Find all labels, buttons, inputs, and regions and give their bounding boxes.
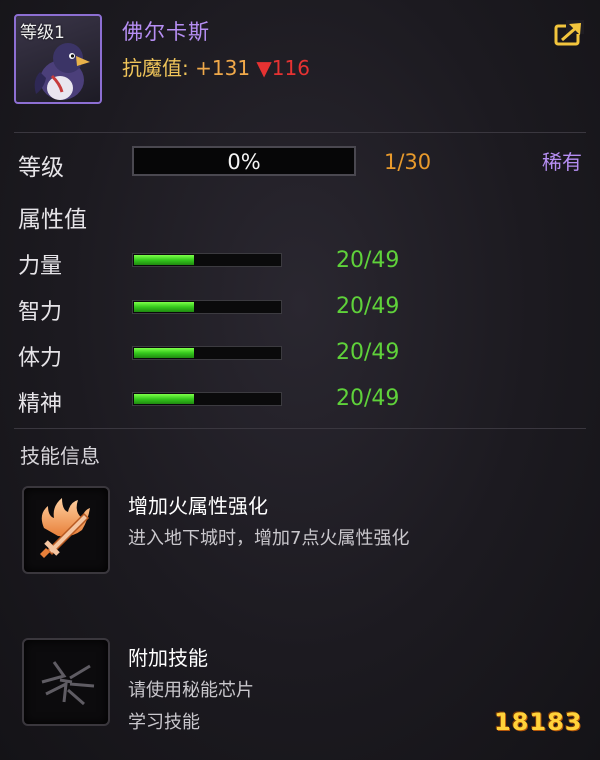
flame-sword-icon [40, 498, 90, 558]
stat-bar-vitality [132, 346, 282, 360]
skill-desc-2b: 学习技能 [128, 712, 200, 733]
level-progress-bar: 0% [132, 146, 356, 176]
resist-plus: +131 [195, 56, 251, 80]
stat-name-strength: 力量 [18, 254, 63, 279]
skills-header: 技能信息 [20, 444, 100, 468]
divider-top [14, 132, 586, 133]
stat-fill [134, 394, 195, 404]
level-label: 等级 [18, 155, 64, 181]
stat-fill [134, 255, 195, 265]
stat-name-intelligence: 智力 [18, 300, 63, 325]
level-progress-text: 0% [227, 150, 261, 174]
divider-skills [14, 428, 586, 429]
resist-value: 抗魔值: +131 ▼116 [122, 52, 310, 81]
attributes-header: 属性值 [18, 207, 87, 233]
stat-value-intelligence: 20/49 [336, 294, 400, 319]
stat-value-vitality: 20/49 [336, 340, 400, 365]
stat-name-spirit: 精神 [18, 392, 63, 417]
resist-down: ▼116 [256, 56, 310, 80]
skill-title-1: 增加火属性强化 [128, 494, 268, 518]
pigeon-avatar-icon [34, 43, 90, 100]
resist-label: 抗魔值: [122, 56, 189, 80]
stat-bar-strength [132, 253, 282, 267]
stat-name-vitality: 体力 [18, 346, 63, 371]
skill-slot-2[interactable] [22, 638, 110, 726]
stat-bar-spirit [132, 392, 282, 406]
hero-portrait[interactable]: 等级1 [14, 14, 102, 104]
hero-name: 佛尔卡斯 [122, 20, 210, 44]
skill-desc-1: 进入地下城时，增加7点火属性强化 [128, 528, 410, 549]
locked-skill-icon [41, 661, 95, 706]
stat-fill [134, 302, 195, 312]
share-export-icon[interactable] [554, 20, 584, 46]
rarity-badge: 稀有 [542, 150, 582, 174]
stat-bar-intelligence [132, 300, 282, 314]
stat-value-strength: 20/49 [336, 248, 400, 273]
level-count: 1/30 [384, 150, 432, 174]
skill-slot-1[interactable] [22, 486, 110, 574]
watermark-logo: 18183 [494, 708, 583, 736]
skill-title-2: 附加技能 [128, 646, 208, 670]
stat-fill [134, 348, 195, 358]
skill-desc-2a: 请使用秘能芯片 [128, 680, 254, 701]
stat-value-spirit: 20/49 [336, 386, 400, 411]
